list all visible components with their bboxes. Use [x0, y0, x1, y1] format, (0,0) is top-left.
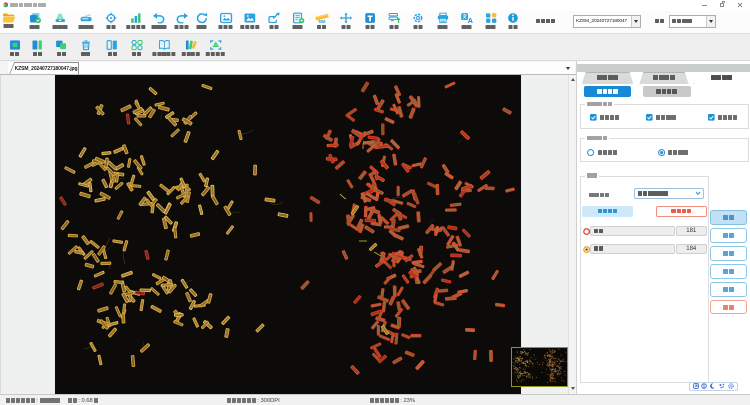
svg-text:A: A [467, 16, 473, 23]
svg-text:MM: MM [318, 19, 325, 23]
